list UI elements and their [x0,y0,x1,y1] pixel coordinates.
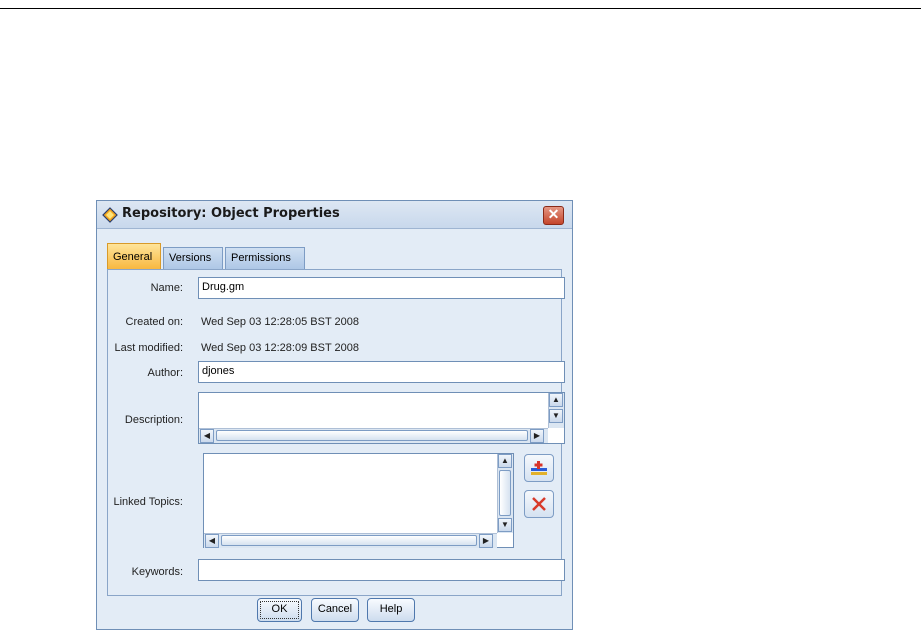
description-horizontal-scrollbar[interactable]: ◀ ▶ [199,428,548,443]
scroll-down-arrow-icon[interactable]: ▼ [498,518,512,532]
last-modified-label: Last modified: [114,342,183,354]
cancel-button[interactable]: Cancel [311,598,359,622]
linked-topics-label: Linked Topics: [113,496,183,508]
description-label: Description: [124,414,183,426]
close-icon: ✕ [547,206,560,222]
author-field[interactable]: djones [198,361,565,383]
description-textarea[interactable]: ▲ ▼ ◀ ▶ [198,392,565,444]
tab-versions[interactable]: Versions [163,247,223,269]
tab-permissions[interactable]: Permissions [225,247,305,269]
scroll-up-arrow-icon[interactable]: ▲ [549,393,563,407]
created-on-label: Created on: [125,316,183,328]
name-field[interactable]: Drug.gm [198,277,565,299]
window-title: Repository: Object Properties [122,206,340,221]
tab-general[interactable]: General [107,243,161,270]
linked-topics-list[interactable]: ▲ ▼ ◀ ▶ [203,453,514,548]
description-vertical-scrollbar[interactable]: ▲ ▼ [548,393,564,428]
author-label: Author: [147,367,183,379]
name-label: Name: [150,282,183,294]
scroll-left-arrow-icon[interactable]: ◀ [205,534,219,548]
scroll-down-arrow-icon[interactable]: ▼ [549,409,563,423]
last-modified-value: Wed Sep 03 12:28:09 BST 2008 [201,342,359,354]
topics-vertical-scrollbar[interactable]: ▲ ▼ [497,454,513,533]
object-properties-dialog: Repository: Object Properties ✕ General … [96,200,573,630]
topics-horizontal-scrollbar[interactable]: ◀ ▶ [204,533,497,548]
scroll-up-arrow-icon[interactable]: ▲ [498,454,512,468]
help-button[interactable]: Help [367,598,415,622]
scroll-right-arrow-icon[interactable]: ▶ [530,429,544,443]
close-button[interactable]: ✕ [543,206,564,225]
scroll-right-arrow-icon[interactable]: ▶ [479,534,493,548]
diamond-app-icon [102,207,118,223]
topics-scroll-thumb-h[interactable] [221,535,477,546]
description-scroll-thumb[interactable] [216,430,528,441]
page-top-rule [0,8,921,9]
keywords-label: Keywords: [131,566,183,578]
add-topic-button[interactable] [524,454,554,482]
scroll-left-arrow-icon[interactable]: ◀ [200,429,214,443]
keywords-field[interactable] [198,559,565,581]
remove-topic-button[interactable] [524,490,554,518]
created-on-value: Wed Sep 03 12:28:05 BST 2008 [201,316,359,328]
ok-button[interactable]: OK [257,598,302,622]
add-topic-icon [531,461,547,475]
title-bar: Repository: Object Properties ✕ [97,201,572,229]
topics-scroll-thumb[interactable] [499,470,511,516]
delete-icon [532,497,546,511]
